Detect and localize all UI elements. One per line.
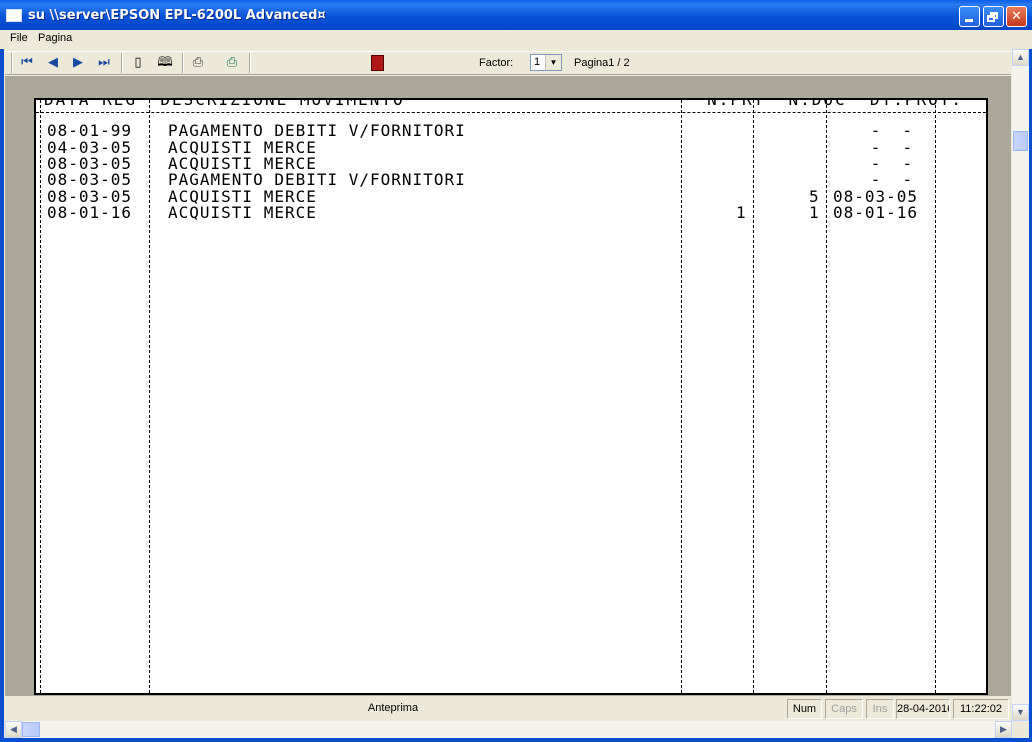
column-line — [40, 100, 41, 693]
window-icon — [6, 9, 22, 22]
toolbar-separator — [249, 53, 251, 73]
row-date: 08-03-05 — [47, 170, 133, 189]
row-description: ACQUISTI MERCE — [168, 203, 317, 222]
factor-label: Factor: — [479, 57, 514, 69]
toolbar-separator — [121, 53, 123, 73]
report-header-text: DATA REG DESCRIZIONE MOVIMENTO N.PRT N.D… — [44, 98, 988, 109]
scroll-left-button[interactable]: ◀ — [5, 721, 22, 738]
scrollbar-corner — [1012, 721, 1029, 738]
printer-icon: ⎙ — [192, 55, 204, 70]
page-indicator: Pagina1 / 2 — [574, 57, 630, 69]
first-page-button[interactable]: ⏮ — [17, 54, 37, 72]
scroll-down-button[interactable]: ▼ — [1012, 704, 1029, 721]
first-page-icon: ⏮ — [21, 55, 33, 70]
scroll-right-button[interactable]: ▶ — [995, 721, 1012, 738]
status-time: 11:22:02 — [953, 699, 1009, 719]
row-description: PAGAMENTO DEBITI V/FORNITORI — [168, 121, 466, 140]
restore-button[interactable] — [983, 6, 1004, 27]
restore-icon-back — [987, 15, 995, 22]
close-button[interactable]: ✕ — [1006, 6, 1027, 27]
printer-setup-icon: ⎙ — [226, 55, 238, 70]
single-page-icon: ▯ — [134, 55, 142, 70]
title-bar[interactable]: su \\server\EPSON EPL-6200L Advanced¤ ✕ — [0, 0, 1032, 30]
two-pages-button[interactable]: 🕮 — [155, 54, 175, 72]
report-page: DATA REG DESCRIZIONE MOVIMENTO N.PRT N.D… — [34, 98, 988, 695]
status-num: Num — [787, 699, 822, 719]
row-date: 08-01-16 — [47, 203, 133, 222]
last-page-icon: ⏭ — [98, 55, 110, 70]
header-separator — [36, 112, 986, 113]
column-line — [753, 100, 754, 693]
column-line — [826, 100, 827, 693]
column-line — [935, 100, 936, 693]
printer-setup-button[interactable]: ⎙ — [222, 54, 242, 72]
status-bar: Anteprima Num Caps Ins 28-04-2016 11:22:… — [5, 697, 1011, 721]
toolbar-separator — [182, 53, 184, 73]
prev-page-button[interactable]: ◀ — [43, 54, 63, 72]
status-mode: Anteprima — [367, 702, 419, 714]
toolbar: ⏮ ◀ ▶ ⏭ ▯ 🕮 ⎙ ⎙ Factor: 1 ▼ Pagina1 / 2 — [5, 51, 1011, 75]
vertical-scrollbar[interactable]: ▲ ▼ — [1012, 49, 1029, 721]
minimize-icon — [965, 19, 973, 22]
window-left-border — [0, 30, 4, 742]
row-protocol-date: - - — [860, 170, 924, 189]
row-protocol-number: 1 — [736, 203, 747, 222]
status-ins: Ins — [866, 699, 894, 719]
close-icon: ✕ — [1011, 9, 1022, 24]
two-pages-icon: 🕮 — [157, 55, 173, 70]
column-line — [681, 100, 682, 693]
print-button[interactable]: ⎙ — [188, 54, 208, 72]
row-date: 08-01-99 — [47, 121, 133, 140]
next-page-button[interactable]: ▶ — [68, 54, 88, 72]
vertical-scroll-thumb[interactable] — [1013, 131, 1028, 151]
horizontal-scrollbar[interactable]: ◀ ▶ — [5, 721, 1012, 738]
horizontal-scroll-thumb[interactable] — [22, 722, 40, 737]
toolbar-grip — [11, 53, 13, 73]
minimize-button[interactable] — [959, 6, 980, 27]
preview-area: DATA REG DESCRIZIONE MOVIMENTO N.PRT N.D… — [5, 76, 1011, 696]
status-caps: Caps — [825, 699, 863, 719]
single-page-button[interactable]: ▯ — [128, 54, 148, 72]
window-title: su \\server\EPSON EPL-6200L Advanced¤ — [28, 8, 326, 23]
window-bottom-border — [0, 738, 1032, 742]
row-protocol-date: 08-01-16 — [833, 203, 919, 222]
menu-pagina[interactable]: Pagina — [38, 32, 72, 44]
print-preview-window: su \\server\EPSON EPL-6200L Advanced¤ ✕ … — [0, 0, 1032, 742]
menu-bar: File Pagina — [0, 30, 1032, 49]
factor-value: 1 — [534, 56, 541, 68]
status-date: 28-04-2016 — [896, 699, 950, 719]
menu-file[interactable]: File — [10, 32, 28, 44]
scroll-up-button[interactable]: ▲ — [1012, 49, 1029, 66]
row-description: PAGAMENTO DEBITI V/FORNITORI — [168, 170, 466, 189]
next-page-icon: ▶ — [73, 55, 83, 70]
exit-door-icon[interactable] — [371, 55, 384, 71]
last-page-button[interactable]: ⏭ — [94, 54, 114, 72]
column-line — [149, 100, 150, 693]
row-doc-number: 1 — [809, 203, 820, 222]
row-protocol-date: - - — [860, 121, 924, 140]
factor-select[interactable]: 1 ▼ — [530, 54, 562, 71]
chevron-down-icon[interactable]: ▼ — [545, 55, 561, 70]
prev-page-icon: ◀ — [48, 55, 58, 70]
